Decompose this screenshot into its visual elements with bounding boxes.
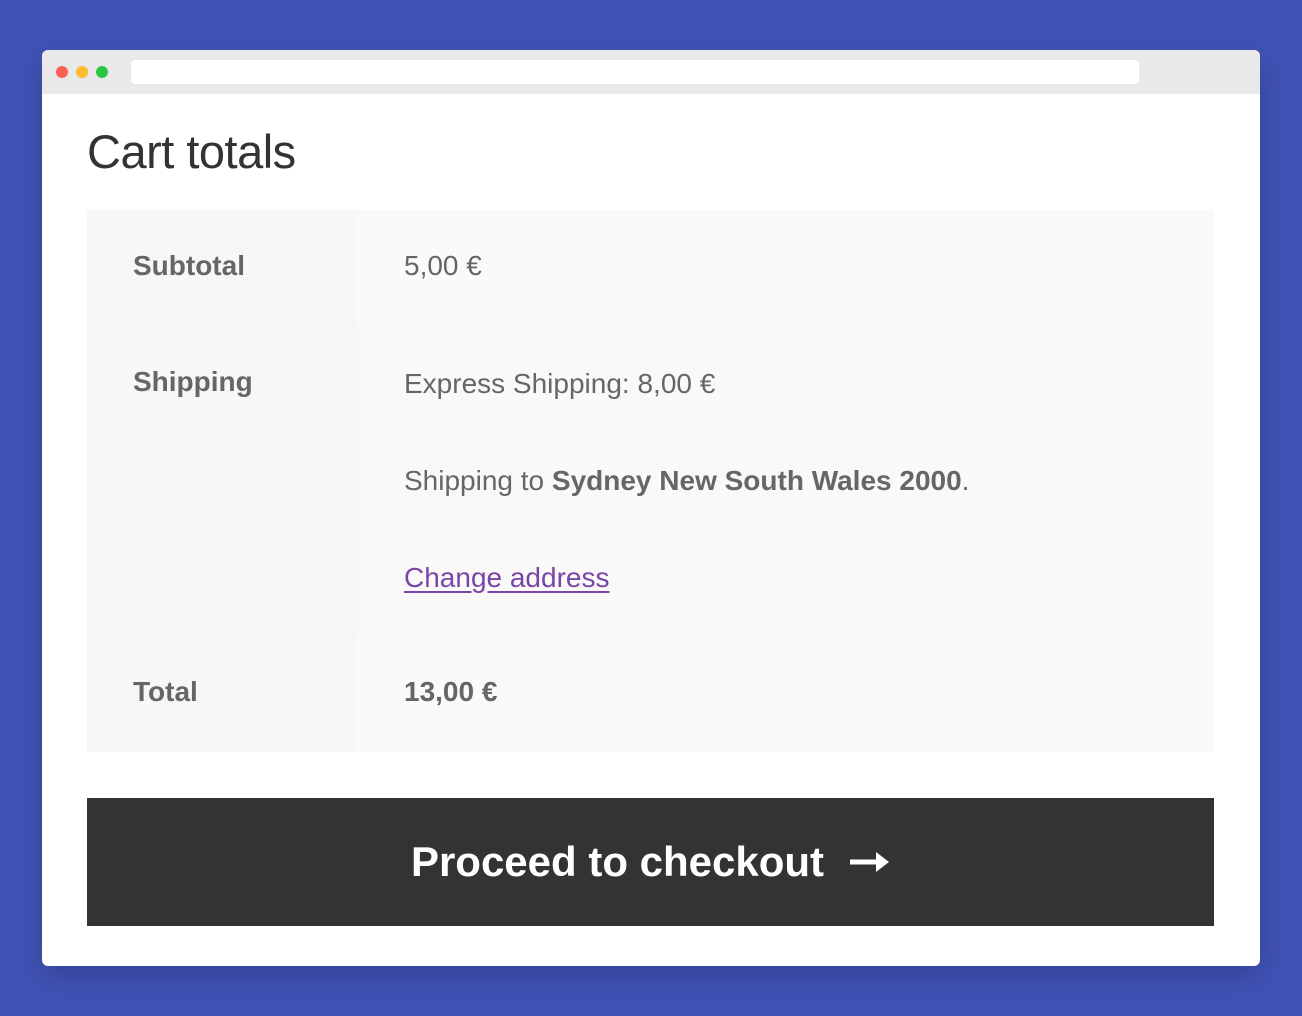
- checkout-button-label: Proceed to checkout: [410, 838, 825, 885]
- proceed-to-checkout-button[interactable]: Proceed to checkout: [87, 798, 1214, 926]
- subtotal-row: Subtotal 5,00 €: [87, 210, 1214, 326]
- shipping-destination-prefix: Shipping to: [404, 465, 552, 496]
- cart-totals-table: Subtotal 5,00 € Shipping Express Shippin…: [87, 210, 1214, 752]
- shipping-details: Express Shipping: 8,00 € Shipping to Syd…: [358, 326, 1214, 636]
- cart-totals-section: Cart totals Subtotal 5,00 € Shipping Exp…: [87, 94, 1214, 926]
- total-value: 13,00 €: [358, 636, 1214, 752]
- window-titlebar: [42, 50, 1260, 94]
- shipping-row: Shipping Express Shipping: 8,00 € Shippi…: [87, 326, 1214, 636]
- subtotal-value: 5,00 €: [358, 210, 1214, 326]
- browser-window: Cart totals Subtotal 5,00 € Shipping Exp…: [42, 50, 1260, 966]
- shipping-destination-suffix: .: [961, 465, 970, 496]
- total-label: Total: [87, 636, 358, 752]
- shipping-destination: Sydney New South Wales 2000: [551, 465, 962, 496]
- page-title: Cart totals: [87, 125, 296, 178]
- change-address-line: Change address: [404, 560, 1214, 596]
- shipping-label: Shipping: [87, 326, 358, 636]
- close-window-icon[interactable]: [56, 66, 68, 78]
- change-address-link[interactable]: Change address: [404, 562, 609, 593]
- total-row: Total 13,00 €: [87, 636, 1214, 752]
- shipping-destination-line: Shipping to Sydney New South Wales 2000.: [404, 463, 1214, 499]
- arrow-right-icon: [850, 850, 890, 874]
- shipping-method: Express Shipping: 8,00 €: [404, 368, 716, 399]
- address-bar[interactable]: [131, 60, 1139, 84]
- minimize-window-icon[interactable]: [76, 66, 88, 78]
- maximize-window-icon[interactable]: [96, 66, 108, 78]
- subtotal-label: Subtotal: [87, 210, 358, 326]
